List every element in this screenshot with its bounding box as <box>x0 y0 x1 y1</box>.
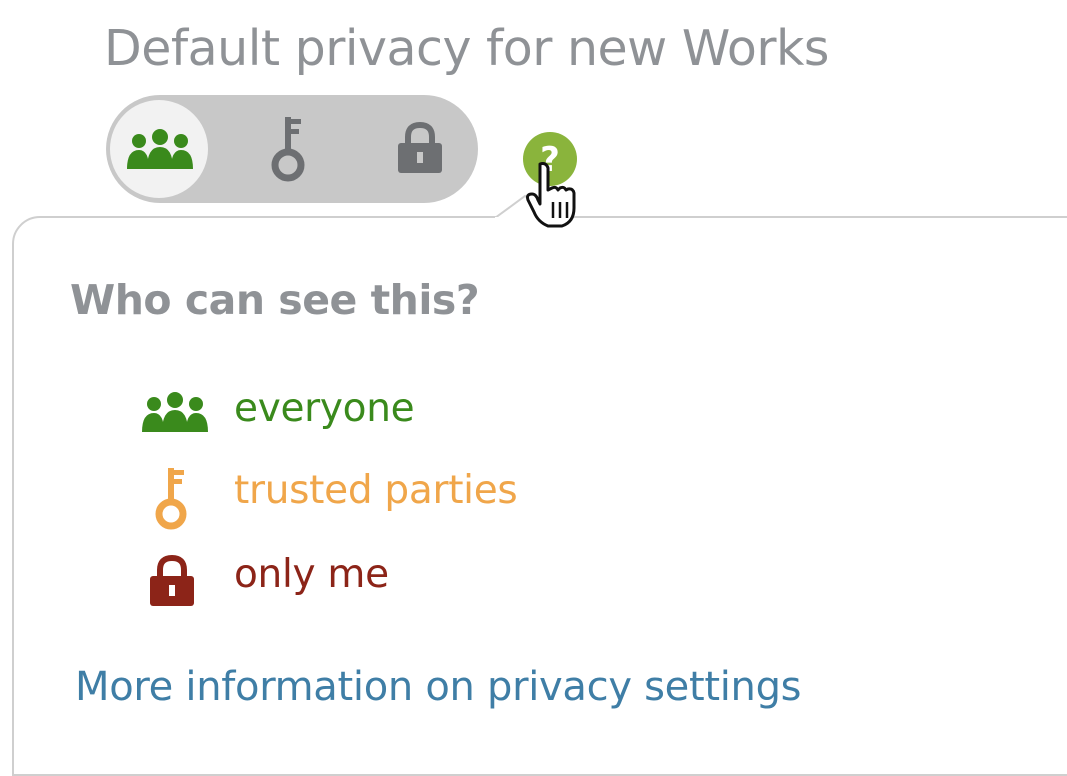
toggle-option-trusted[interactable] <box>241 95 349 203</box>
legend-label-only-me: only me <box>234 552 389 597</box>
key-icon <box>155 468 187 530</box>
lock-icon <box>150 554 194 606</box>
lock-icon <box>398 121 442 173</box>
legend-label-trusted: trusted parties <box>234 468 518 513</box>
people-icon <box>127 129 193 169</box>
toggle-option-everyone[interactable] <box>106 95 214 203</box>
legend-label-everyone: everyone <box>234 386 415 431</box>
key-icon <box>271 117 305 182</box>
legend-item-trusted: trusted parties <box>140 466 740 530</box>
privacy-toggle[interactable] <box>106 95 478 203</box>
hand-cursor-icon <box>526 162 576 228</box>
privacy-info-link[interactable]: More information on privacy settings <box>75 664 802 710</box>
popover-heading: Who can see this? <box>70 276 480 324</box>
toggle-option-only-me[interactable] <box>370 95 478 203</box>
people-icon <box>142 392 208 432</box>
legend-item-everyone: everyone <box>140 384 740 444</box>
legend-item-only-me: only me <box>140 550 740 610</box>
page-title: Default privacy for new Works <box>104 20 829 77</box>
